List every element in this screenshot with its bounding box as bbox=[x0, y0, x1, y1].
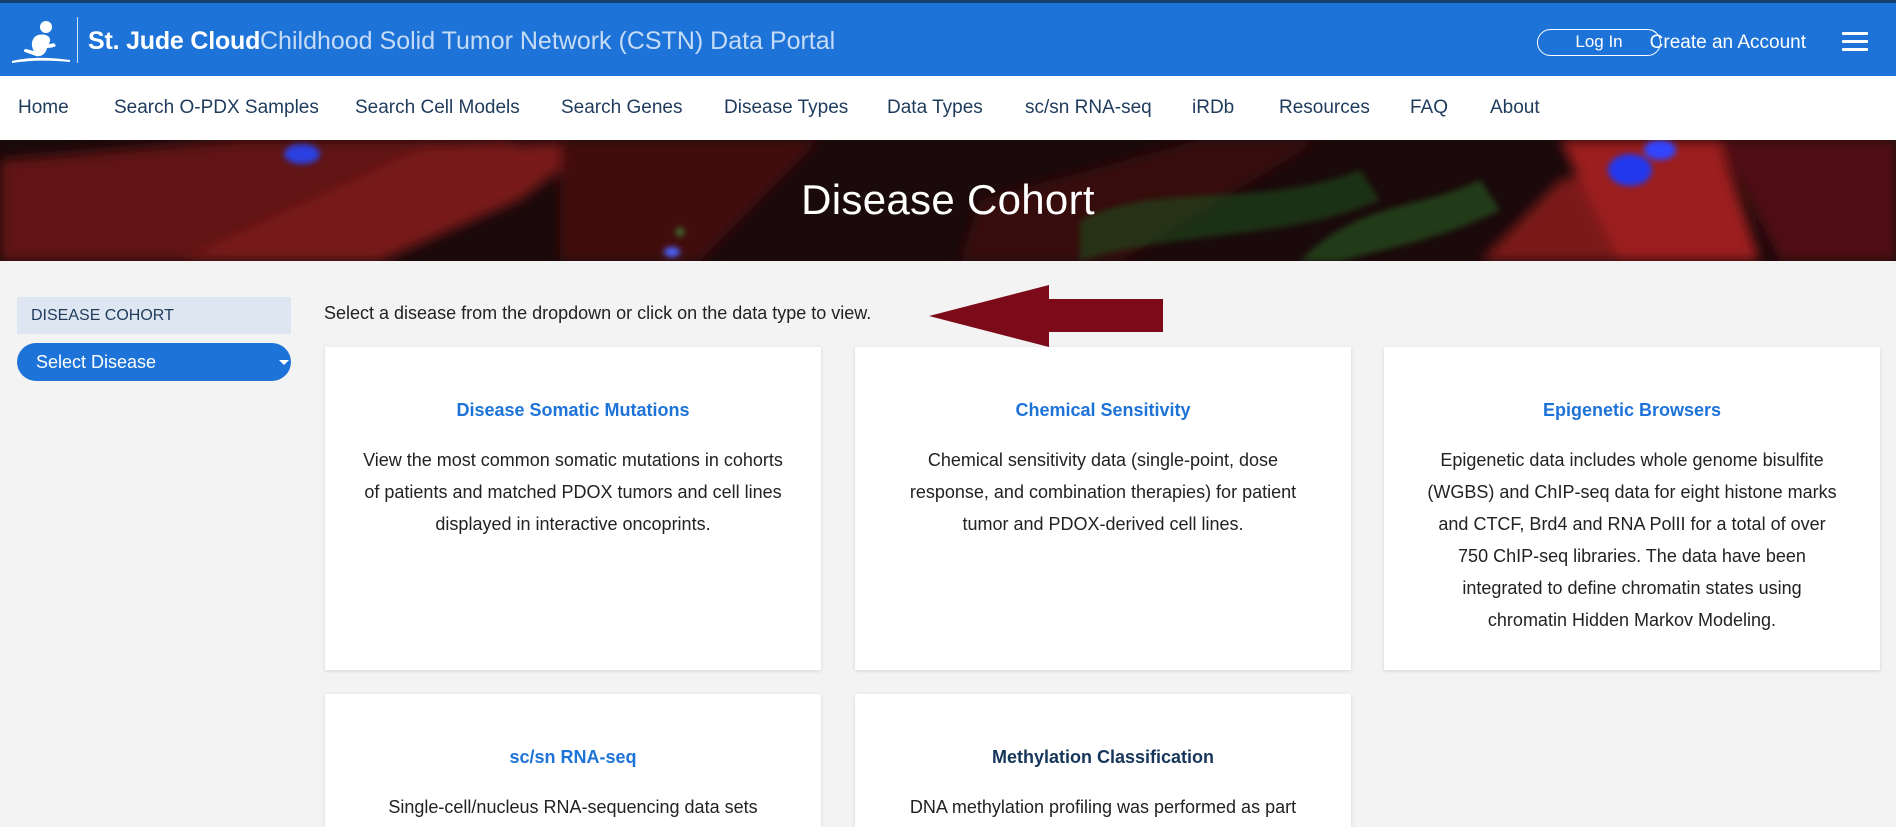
card-sc-sn-rna-seq[interactable]: sc/sn RNA-seq Single-cell/nucleus RNA-se… bbox=[325, 694, 821, 827]
nav-item-faq[interactable]: FAQ bbox=[1410, 97, 1448, 119]
card-title[interactable]: Disease Somatic Mutations bbox=[325, 400, 821, 421]
nav-item-home[interactable]: Home bbox=[18, 97, 69, 119]
nav-item-sc-sn-rna-seq[interactable]: sc/sn RNA-seq bbox=[1025, 97, 1152, 119]
nav-item-data-types[interactable]: Data Types bbox=[887, 97, 983, 119]
card-title[interactable]: Epigenetic Browsers bbox=[1384, 400, 1880, 421]
brand-name[interactable]: St. Jude Cloud bbox=[88, 27, 260, 56]
nav-item-disease-types[interactable]: Disease Types bbox=[724, 97, 848, 119]
card-title[interactable]: Methylation Classification bbox=[855, 747, 1351, 768]
card-disease-somatic-mutations[interactable]: Disease Somatic Mutations View the most … bbox=[325, 347, 821, 670]
card-description: Single-cell/nucleus RNA-sequencing data … bbox=[388, 797, 758, 817]
card-description: Epigenetic data includes whole genome bi… bbox=[1427, 450, 1837, 630]
nav-item-resources[interactable]: Resources bbox=[1279, 97, 1370, 119]
login-button[interactable]: Log In bbox=[1537, 29, 1661, 56]
card-description: Chemical sensitivity data (single-point,… bbox=[909, 450, 1297, 534]
logo-divider bbox=[77, 17, 78, 63]
select-disease-label: Select Disease bbox=[36, 352, 157, 372]
card-chemical-sensitivity[interactable]: Chemical Sensitivity Chemical sensitivit… bbox=[855, 347, 1351, 670]
card-title[interactable]: sc/sn RNA-seq bbox=[325, 747, 821, 768]
caret-down-icon bbox=[279, 360, 289, 365]
top-header-bar: St. Jude Cloud Childhood Solid Tumor Net… bbox=[0, 0, 1896, 76]
left-arrow-icon bbox=[929, 285, 1163, 347]
card-description: DNA methylation profiling was performed … bbox=[909, 797, 1297, 817]
hero-banner: Disease Cohort bbox=[0, 140, 1896, 261]
main-nav: Home Search O-PDX Samples Search Cell Mo… bbox=[0, 76, 1896, 140]
nav-item-search-genes[interactable]: Search Genes bbox=[561, 97, 682, 119]
card-methylation-classification[interactable]: Methylation Classification DNA methylati… bbox=[855, 694, 1351, 827]
card-epigenetic-browsers[interactable]: Epigenetic Browsers Epigenetic data incl… bbox=[1384, 347, 1880, 670]
create-account-link[interactable]: Create an Account bbox=[1646, 32, 1806, 54]
page-title: Disease Cohort bbox=[801, 176, 1095, 223]
nav-item-irdb[interactable]: iRDb bbox=[1192, 97, 1234, 119]
sidebar-header: DISEASE COHORT bbox=[17, 297, 291, 334]
select-disease-dropdown[interactable]: Select Disease bbox=[17, 343, 291, 381]
nav-item-search-opdx-samples[interactable]: Search O-PDX Samples bbox=[114, 97, 319, 119]
nav-item-about[interactable]: About bbox=[1490, 97, 1540, 119]
instructions-text: Select a disease from the dropdown or cl… bbox=[324, 303, 872, 323]
card-title[interactable]: Chemical Sensitivity bbox=[855, 400, 1351, 421]
st-jude-child-logo-icon[interactable] bbox=[10, 19, 74, 65]
hamburger-menu-icon[interactable] bbox=[1842, 32, 1868, 52]
nav-item-search-cell-models[interactable]: Search Cell Models bbox=[355, 97, 520, 119]
card-description: View the most common somatic mutations i… bbox=[363, 450, 783, 534]
portal-title[interactable]: Childhood Solid Tumor Network (CSTN) Dat… bbox=[260, 27, 835, 56]
